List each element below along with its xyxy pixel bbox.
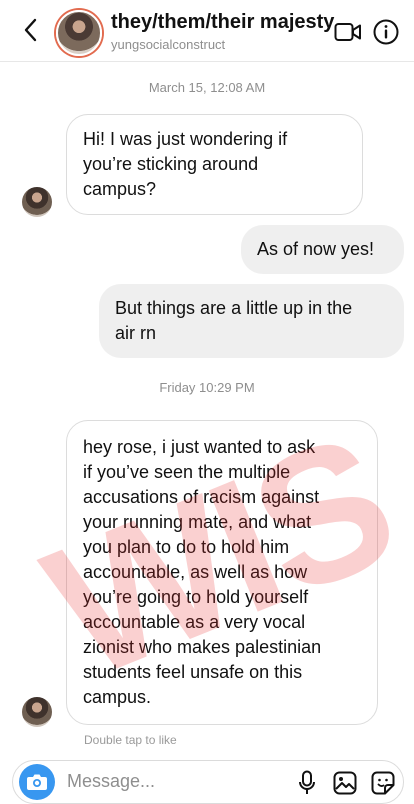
message-bubble-incoming[interactable]: hey rose, i just wanted to ask if you’ve… — [66, 420, 378, 725]
timestamp: Friday 10:29 PM — [159, 380, 255, 395]
message-line: accountable as a very vocal — [83, 612, 306, 632]
message-line: Hi! I was just wondering if — [83, 129, 288, 149]
message-line: if you’ve seen the multiple — [83, 462, 291, 482]
sticker-icon[interactable] — [369, 769, 397, 797]
message-line: hey rose, i just wanted to ask — [83, 437, 316, 457]
message-line: students feel unsafe on this — [83, 662, 303, 682]
message-line: zionist who makes palestinian — [83, 637, 322, 657]
chat-username[interactable]: yungsocialconstruct — [111, 37, 225, 52]
message-line: campus. — [83, 687, 152, 707]
timestamp: March 15, 12:08 AM — [148, 80, 266, 95]
video-camera-icon[interactable] — [334, 18, 362, 46]
message-line: your running mate, and what — [83, 512, 312, 532]
message-bubble-outgoing[interactable]: But things are a little up in the air rn — [99, 284, 404, 358]
message-bubble-incoming[interactable]: Hi! I was just wondering if you’re stick… — [66, 114, 363, 215]
chat-title[interactable]: they/them/their majesty — [111, 11, 334, 34]
message-line: air rn — [115, 323, 157, 343]
message-line: accusations of racism against — [83, 487, 320, 507]
message-line: you plan to do to hold him — [83, 537, 290, 557]
message-bubble-outgoing[interactable]: As of now yes! — [241, 225, 404, 274]
chat-header: they/them/their majesty yungsocialconstr… — [0, 0, 414, 62]
message-line: accountable, as well as how — [83, 562, 308, 582]
message-line: But things are a little up in the — [115, 298, 353, 318]
image-icon[interactable] — [331, 769, 359, 797]
microphone-icon[interactable] — [293, 769, 321, 797]
avatar[interactable] — [56, 10, 102, 56]
chevron-left-icon[interactable] — [16, 12, 44, 48]
message-input[interactable] — [67, 771, 267, 792]
message-line: campus? — [83, 179, 157, 199]
sender-avatar[interactable] — [22, 697, 52, 727]
message-composer — [12, 760, 404, 804]
info-icon[interactable] — [372, 18, 400, 46]
camera-icon[interactable] — [19, 764, 55, 800]
message-line: you’re sticking around — [83, 154, 259, 174]
message-line: you’re going to hold yourself — [83, 587, 309, 607]
sender-avatar[interactable] — [22, 187, 52, 217]
message-line: As of now yes! — [257, 239, 375, 259]
double-tap-hint: Double tap to like — [84, 733, 177, 747]
